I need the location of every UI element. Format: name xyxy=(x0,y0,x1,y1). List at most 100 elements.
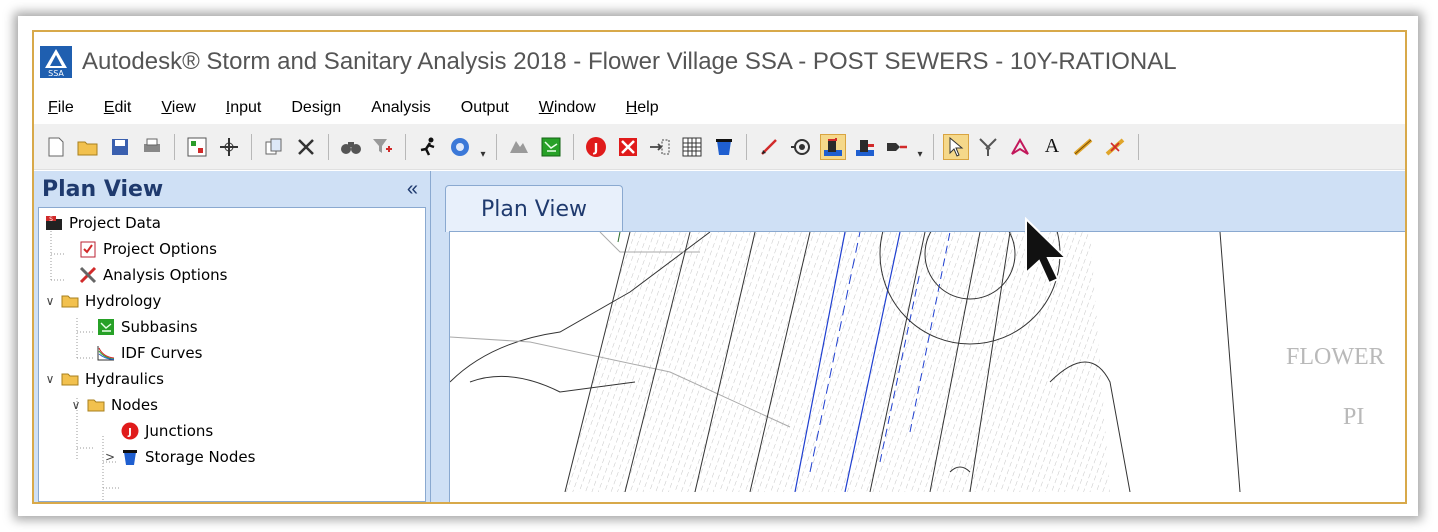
save-button[interactable] xyxy=(107,134,133,160)
add-conduit-button[interactable] xyxy=(756,134,782,160)
main-area: Plan View FLOWER PI xyxy=(431,171,1405,502)
select-tool-button[interactable] xyxy=(943,133,969,160)
toolbar-overflow-icon[interactable]: ▾ xyxy=(917,134,923,160)
title-bar: SSA Autodesk® Storm and Sanitary Analysi… xyxy=(34,32,1405,92)
tree-item-project-options[interactable]: Project Options xyxy=(79,236,217,262)
main-toolbar: ▾ J ▾ A xyxy=(34,124,1405,170)
print-button[interactable] xyxy=(139,134,165,160)
toolbar-separator xyxy=(746,133,747,160)
toolbar-separator xyxy=(933,133,934,160)
tree-item-label: Hydraulics xyxy=(85,370,164,388)
add-inlet-button[interactable] xyxy=(820,133,846,160)
polygon-tool-button[interactable] xyxy=(1007,134,1033,160)
idf-curves-icon xyxy=(97,344,115,362)
toolbar-separator xyxy=(1138,133,1139,160)
tree-item-label: Analysis Options xyxy=(103,266,228,284)
window-title: Autodesk® Storm and Sanitary Analysis 20… xyxy=(82,48,1177,75)
tree-item-label: IDF Curves xyxy=(121,344,203,362)
area-measure-tool-button[interactable] xyxy=(1103,134,1129,160)
project-data-icon: S xyxy=(45,214,63,232)
subbasins-icon xyxy=(97,318,115,336)
folder-icon xyxy=(61,292,79,310)
text-tool-button[interactable]: A xyxy=(1039,134,1065,160)
menu-output[interactable]: Output xyxy=(461,99,509,117)
tree-item-junctions[interactable]: J Junctions xyxy=(121,418,213,444)
svg-text:J: J xyxy=(127,427,132,438)
menu-bar: File Edit View Input Design Analysis Output Win… xyxy=(34,92,1405,124)
tree-item-subbasins[interactable]: Subbasins xyxy=(97,314,198,340)
add-junction-button[interactable]: J xyxy=(583,134,609,160)
measure-tool-button[interactable] xyxy=(1071,134,1097,160)
tree-item-label: Hydrology xyxy=(85,292,162,310)
find-button[interactable] xyxy=(338,134,364,160)
tab-plan-view[interactable]: Plan View xyxy=(445,185,623,232)
add-outfall-button[interactable] xyxy=(615,134,641,160)
tree-item-analysis-options[interactable]: Analysis Options xyxy=(79,262,227,288)
tree-item-storage-nodes[interactable]: > Storage Nodes xyxy=(103,444,255,470)
run-analysis-button[interactable] xyxy=(415,134,441,160)
add-inlet-pipe-button[interactable] xyxy=(852,134,878,160)
chevron-down-icon[interactable]: ∨ xyxy=(43,294,57,308)
menu-view[interactable]: View xyxy=(161,99,195,117)
junction-icon: J xyxy=(121,422,139,440)
mouse-pointer-icon xyxy=(1024,216,1074,287)
chevron-down-icon[interactable]: ∨ xyxy=(69,398,83,412)
tree-item-hydraulics[interactable]: ∨ Hydraulics xyxy=(43,366,164,392)
new-file-button[interactable] xyxy=(43,134,69,160)
tree-item-label: Junctions xyxy=(145,422,214,440)
menu-input[interactable]: Input xyxy=(226,99,262,117)
add-storage-node-button[interactable] xyxy=(711,134,737,160)
basemap-button[interactable] xyxy=(506,134,532,160)
add-pump-button[interactable] xyxy=(884,134,910,160)
menu-window[interactable]: Window xyxy=(539,99,596,117)
pan-button[interactable] xyxy=(216,134,242,160)
menu-analysis[interactable]: Analysis xyxy=(371,99,431,117)
toolbar-separator xyxy=(251,133,252,160)
panel-header: Plan View « xyxy=(34,171,430,207)
filter-add-button[interactable] xyxy=(370,134,396,160)
chevron-down-icon[interactable]: ∨ xyxy=(43,372,57,386)
tree-item-project-data[interactable]: S Project Data xyxy=(45,210,161,236)
tree-item-nodes[interactable]: ∨ Nodes xyxy=(69,392,158,418)
svg-text:SSA: SSA xyxy=(48,69,64,78)
folder-icon xyxy=(87,396,105,414)
toolbar-separator xyxy=(573,133,574,160)
toolbar-separator xyxy=(174,133,175,160)
plan-view-panel: Plan View « S Project Data Project Optio… xyxy=(34,171,431,502)
plan-view-canvas[interactable]: FLOWER PI xyxy=(449,231,1405,502)
ssa-logo-icon: SSA xyxy=(40,46,72,78)
canvas-label-pi: PI xyxy=(1343,404,1365,430)
folder-icon xyxy=(61,370,79,388)
toolbar-overflow-icon[interactable]: ▾ xyxy=(480,134,486,160)
tree-item-label: Project Data xyxy=(69,214,161,232)
tree-item-hydrology[interactable]: ∨ Hydrology xyxy=(43,288,162,314)
tree-item-idf-curves[interactable]: IDF Curves xyxy=(97,340,202,366)
menu-help[interactable]: Help xyxy=(626,99,659,117)
menu-design[interactable]: Design xyxy=(291,99,341,117)
toolbar-separator xyxy=(496,133,497,160)
project-options-icon xyxy=(79,240,97,258)
add-orifice-button[interactable] xyxy=(788,134,814,160)
menu-file[interactable]: File xyxy=(48,99,74,117)
chevron-right-icon[interactable]: > xyxy=(103,450,117,464)
open-file-button[interactable] xyxy=(75,134,101,160)
menu-edit[interactable]: Edit xyxy=(104,99,132,117)
canvas-label-flower: FLOWER xyxy=(1286,344,1385,370)
project-tree: S Project Data Project Options Analysis … xyxy=(38,207,426,502)
grid-map-button[interactable] xyxy=(184,134,210,160)
add-subbasin-button[interactable] xyxy=(538,134,564,160)
copy-button[interactable] xyxy=(261,134,287,160)
vertex-tool-button[interactable] xyxy=(975,134,1001,160)
collapse-panel-icon[interactable]: « xyxy=(407,178,418,201)
analysis-options-icon xyxy=(79,266,97,284)
svg-text:S: S xyxy=(49,216,53,223)
document-tabstrip: Plan View xyxy=(431,171,1405,232)
delete-button[interactable] xyxy=(293,134,319,160)
add-flow-diversion-button[interactable] xyxy=(647,134,673,160)
add-storage-grid-button[interactable] xyxy=(679,134,705,160)
site-drawing xyxy=(450,232,1241,492)
toolbar-separator xyxy=(328,133,329,160)
tree-item-label: Subbasins xyxy=(121,318,198,336)
svg-text:J: J xyxy=(593,141,598,155)
help-icon[interactable] xyxy=(447,134,473,160)
